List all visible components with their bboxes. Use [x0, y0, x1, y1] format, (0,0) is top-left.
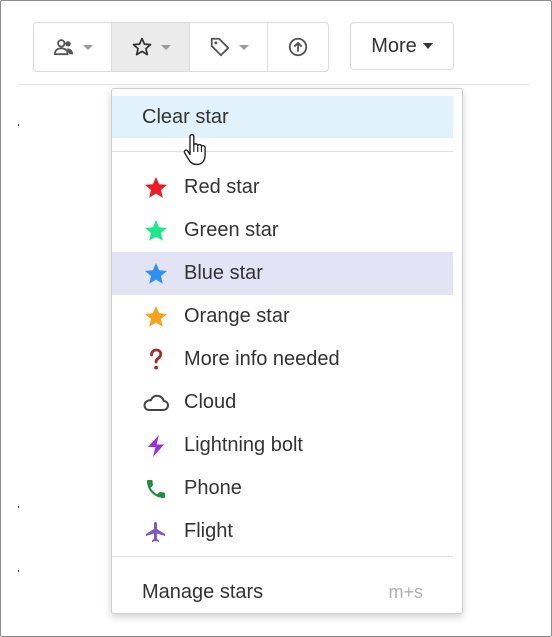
menu-item-cloud[interactable]: Cloud: [112, 381, 453, 424]
menu-item-flight[interactable]: Flight: [112, 510, 453, 553]
menu-item-label: Cloud: [184, 391, 237, 413]
menu-item-blue-star[interactable]: Blue star: [112, 252, 453, 295]
star-outline-icon: [132, 37, 151, 56]
clear-star-label: Clear star: [142, 105, 229, 128]
menu-item-orange-star[interactable]: Orange star: [112, 295, 453, 338]
manage-stars-item[interactable]: Manage stars m+s: [112, 571, 453, 614]
menu-item-lightning-bolt[interactable]: Lightning bolt: [112, 424, 453, 467]
list-marker: [18, 570, 19, 572]
star-dropdown-menu: Clear star Red star Green star Blue star…: [111, 88, 463, 614]
menu-item-label: Green star: [184, 219, 279, 241]
label-tag-button[interactable]: [190, 23, 268, 71]
chevron-down-icon: [238, 44, 249, 50]
menu-item-label: Orange star: [184, 305, 290, 327]
menu-item-label: Phone: [184, 477, 242, 499]
upload-button[interactable]: [268, 23, 328, 71]
clear-star-item[interactable]: Clear star: [112, 96, 453, 138]
menu-separator: [112, 151, 453, 152]
people-icon: [53, 39, 73, 56]
list-marker: [18, 124, 19, 126]
tag-icon: [210, 37, 229, 57]
keyboard-shortcut: m+s: [388, 582, 423, 602]
lightning-bolt-icon: [142, 432, 170, 460]
upload-icon: [288, 37, 308, 57]
manage-stars-label: Manage stars: [142, 581, 264, 603]
orange-star-icon: [142, 303, 170, 331]
menu-item-label: Red star: [184, 176, 260, 198]
chevron-down-icon: [160, 44, 171, 50]
menu-item-label: Lightning bolt: [184, 434, 303, 456]
menu-item-more-info-needed[interactable]: More info needed: [112, 338, 453, 381]
star-menu-button[interactable]: [112, 23, 190, 71]
red-star-icon: [142, 174, 170, 202]
cloud-icon: [142, 389, 170, 417]
phone-icon: [142, 475, 170, 503]
menu-item-phone[interactable]: Phone: [112, 467, 453, 510]
toolbar-divider: [18, 84, 530, 85]
green-star-icon: [142, 217, 170, 245]
menu-item-label: Blue star: [184, 262, 263, 284]
chevron-down-icon: [82, 44, 93, 50]
menu-item-red-star[interactable]: Red star: [112, 166, 453, 209]
hand-pointer-cursor-icon: [183, 134, 206, 166]
flight-icon: [142, 518, 170, 546]
menu-item-label: More info needed: [184, 348, 340, 370]
menu-separator: [112, 556, 453, 557]
menu-item-green-star[interactable]: Green star: [112, 209, 453, 252]
more-button-label: More: [371, 34, 417, 57]
toolbar-button-group: [33, 22, 329, 72]
chevron-down-icon: [422, 43, 433, 49]
list-marker: [18, 506, 19, 508]
assign-people-button[interactable]: [34, 23, 112, 71]
blue-star-icon: [142, 260, 170, 288]
menu-item-label: Flight: [184, 520, 233, 542]
toolbar: [33, 22, 329, 72]
question-mark-icon: [142, 346, 170, 374]
more-button[interactable]: More: [350, 22, 454, 70]
